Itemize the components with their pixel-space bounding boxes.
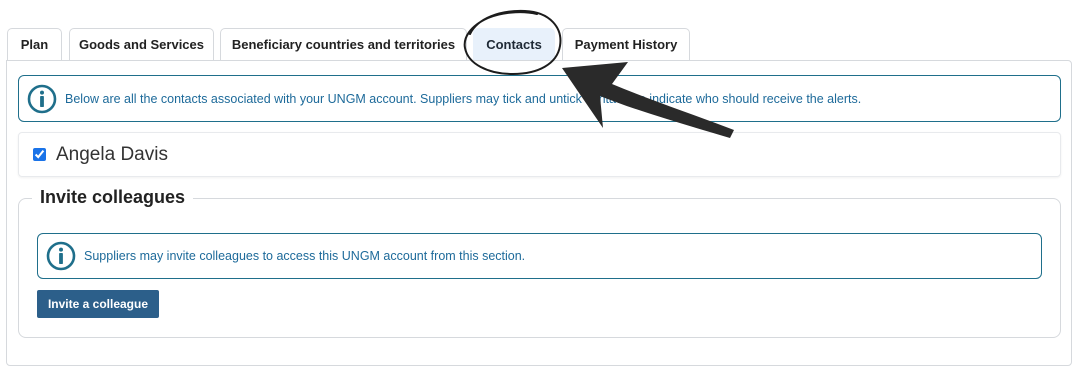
tab-label: Plan <box>20 37 49 52</box>
tab-contacts[interactable]: Contacts <box>473 28 555 60</box>
invite-colleagues-title: Invite colleagues <box>32 187 194 208</box>
contact-alert-checkbox[interactable] <box>33 148 46 161</box>
tab-goods-and-services[interactable]: Goods and Services <box>69 28 214 60</box>
info-icon <box>27 84 57 114</box>
contact-name: Angela Davis <box>56 143 168 165</box>
invite-info-alert: Suppliers may invite colleagues to acces… <box>37 233 1042 279</box>
tab-label: Payment History <box>574 37 678 52</box>
tab-payment-history[interactable]: Payment History <box>562 28 690 60</box>
tab-beneficiary-countries[interactable]: Beneficiary countries and territories <box>220 28 467 60</box>
info-icon <box>46 241 76 271</box>
tab-label: Goods and Services <box>79 37 204 52</box>
invite-info-text: Suppliers may invite colleagues to acces… <box>84 249 526 263</box>
contacts-info-alert: Below are all the contacts associated wi… <box>18 75 1061 122</box>
invite-colleague-button[interactable]: Invite a colleague <box>37 290 159 318</box>
contacts-info-text: Below are all the contacts associated wi… <box>65 91 862 106</box>
contact-card: Angela Davis <box>18 132 1061 177</box>
tab-label: Contacts <box>486 37 542 52</box>
tab-label: Beneficiary countries and territories <box>231 37 456 52</box>
tab-plan[interactable]: Plan <box>7 28 62 60</box>
